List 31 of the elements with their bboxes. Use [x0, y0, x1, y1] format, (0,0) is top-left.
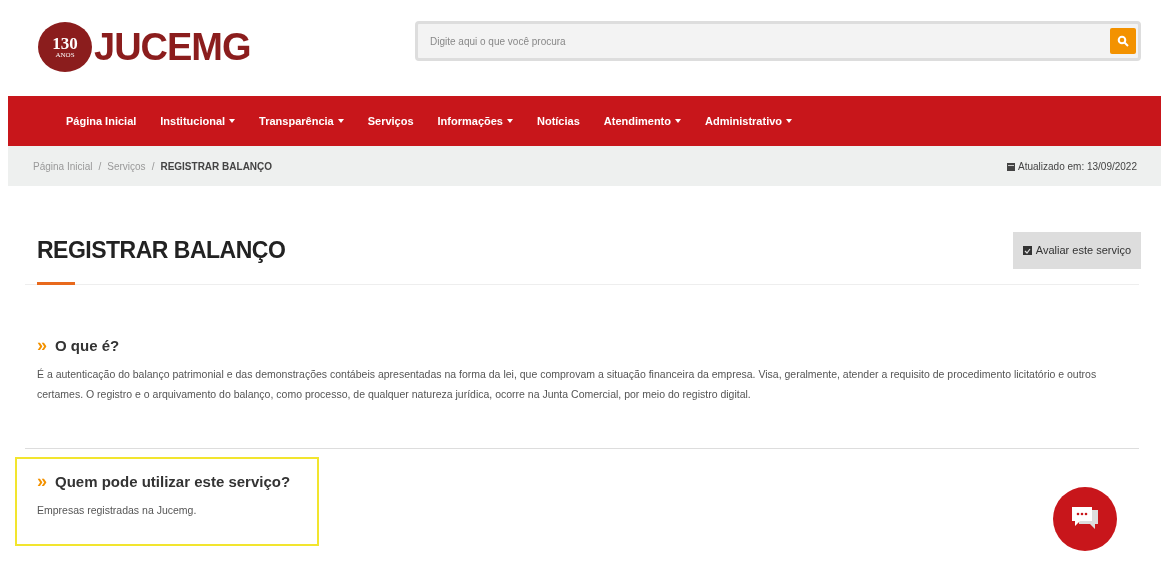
search-icon — [1117, 35, 1129, 47]
caret-icon — [675, 119, 681, 123]
nav-link[interactable]: Informações — [425, 115, 525, 127]
title-accent — [37, 282, 75, 285]
nav-link[interactable]: Institucional — [148, 115, 248, 127]
nav-link[interactable]: Administrativo — [693, 115, 805, 127]
caret-icon — [229, 119, 236, 123]
breadcrumb-separator: / — [98, 160, 102, 172]
search-field[interactable]: Digite aqui o que você procura — [415, 21, 1141, 61]
nav-link[interactable]: Transparência — [247, 115, 356, 127]
calendar-icon — [1007, 161, 1015, 171]
clipboard-icon — [1022, 245, 1032, 255]
logo-name[interactable]: JUCEMG — [94, 25, 251, 69]
caret-icon — [337, 119, 344, 123]
section-heading: O que é? — [55, 337, 120, 354]
section-heading: Quem pode utilizar este serviço? — [55, 473, 291, 490]
section-text: É a autenticação do balanço patrimonial e das demonstrações contábeis apresentadas na forma da lei, que comprovam a situação financeira da empresa. Visa, geralmente, atender a requisito de procedimento licitatório e outros certames. O registro e o arquivamento do balanço, como processo, de qualquer natureza jurídica, ocorre na Junta Comercial, por meio do registro digital. — [37, 367, 1098, 402]
nav-link[interactable]: Notícias — [525, 115, 592, 127]
section-text: Empresas registradas na Jucemg. — [37, 503, 198, 518]
page-title: REGISTRAR BALANÇO — [37, 236, 286, 264]
nav-link[interactable]: Serviços — [355, 115, 426, 127]
caret-icon — [507, 119, 513, 123]
caret-icon — [786, 119, 793, 123]
rate-service-button[interactable]: Avaliar este serviço — [1012, 231, 1141, 269]
nav-link[interactable]: Atendimento — [591, 115, 693, 127]
breadcrumb-separator: / — [151, 160, 155, 172]
updated-date: Atualizado em: 13/09/2022 — [1018, 160, 1137, 172]
chevron-marker: » — [37, 471, 47, 492]
nav-link[interactable]: Página Inicial — [54, 115, 149, 127]
breadcrumb-current: REGISTRAR BALANÇO — [160, 160, 273, 172]
chevron-marker: » — [37, 335, 47, 356]
